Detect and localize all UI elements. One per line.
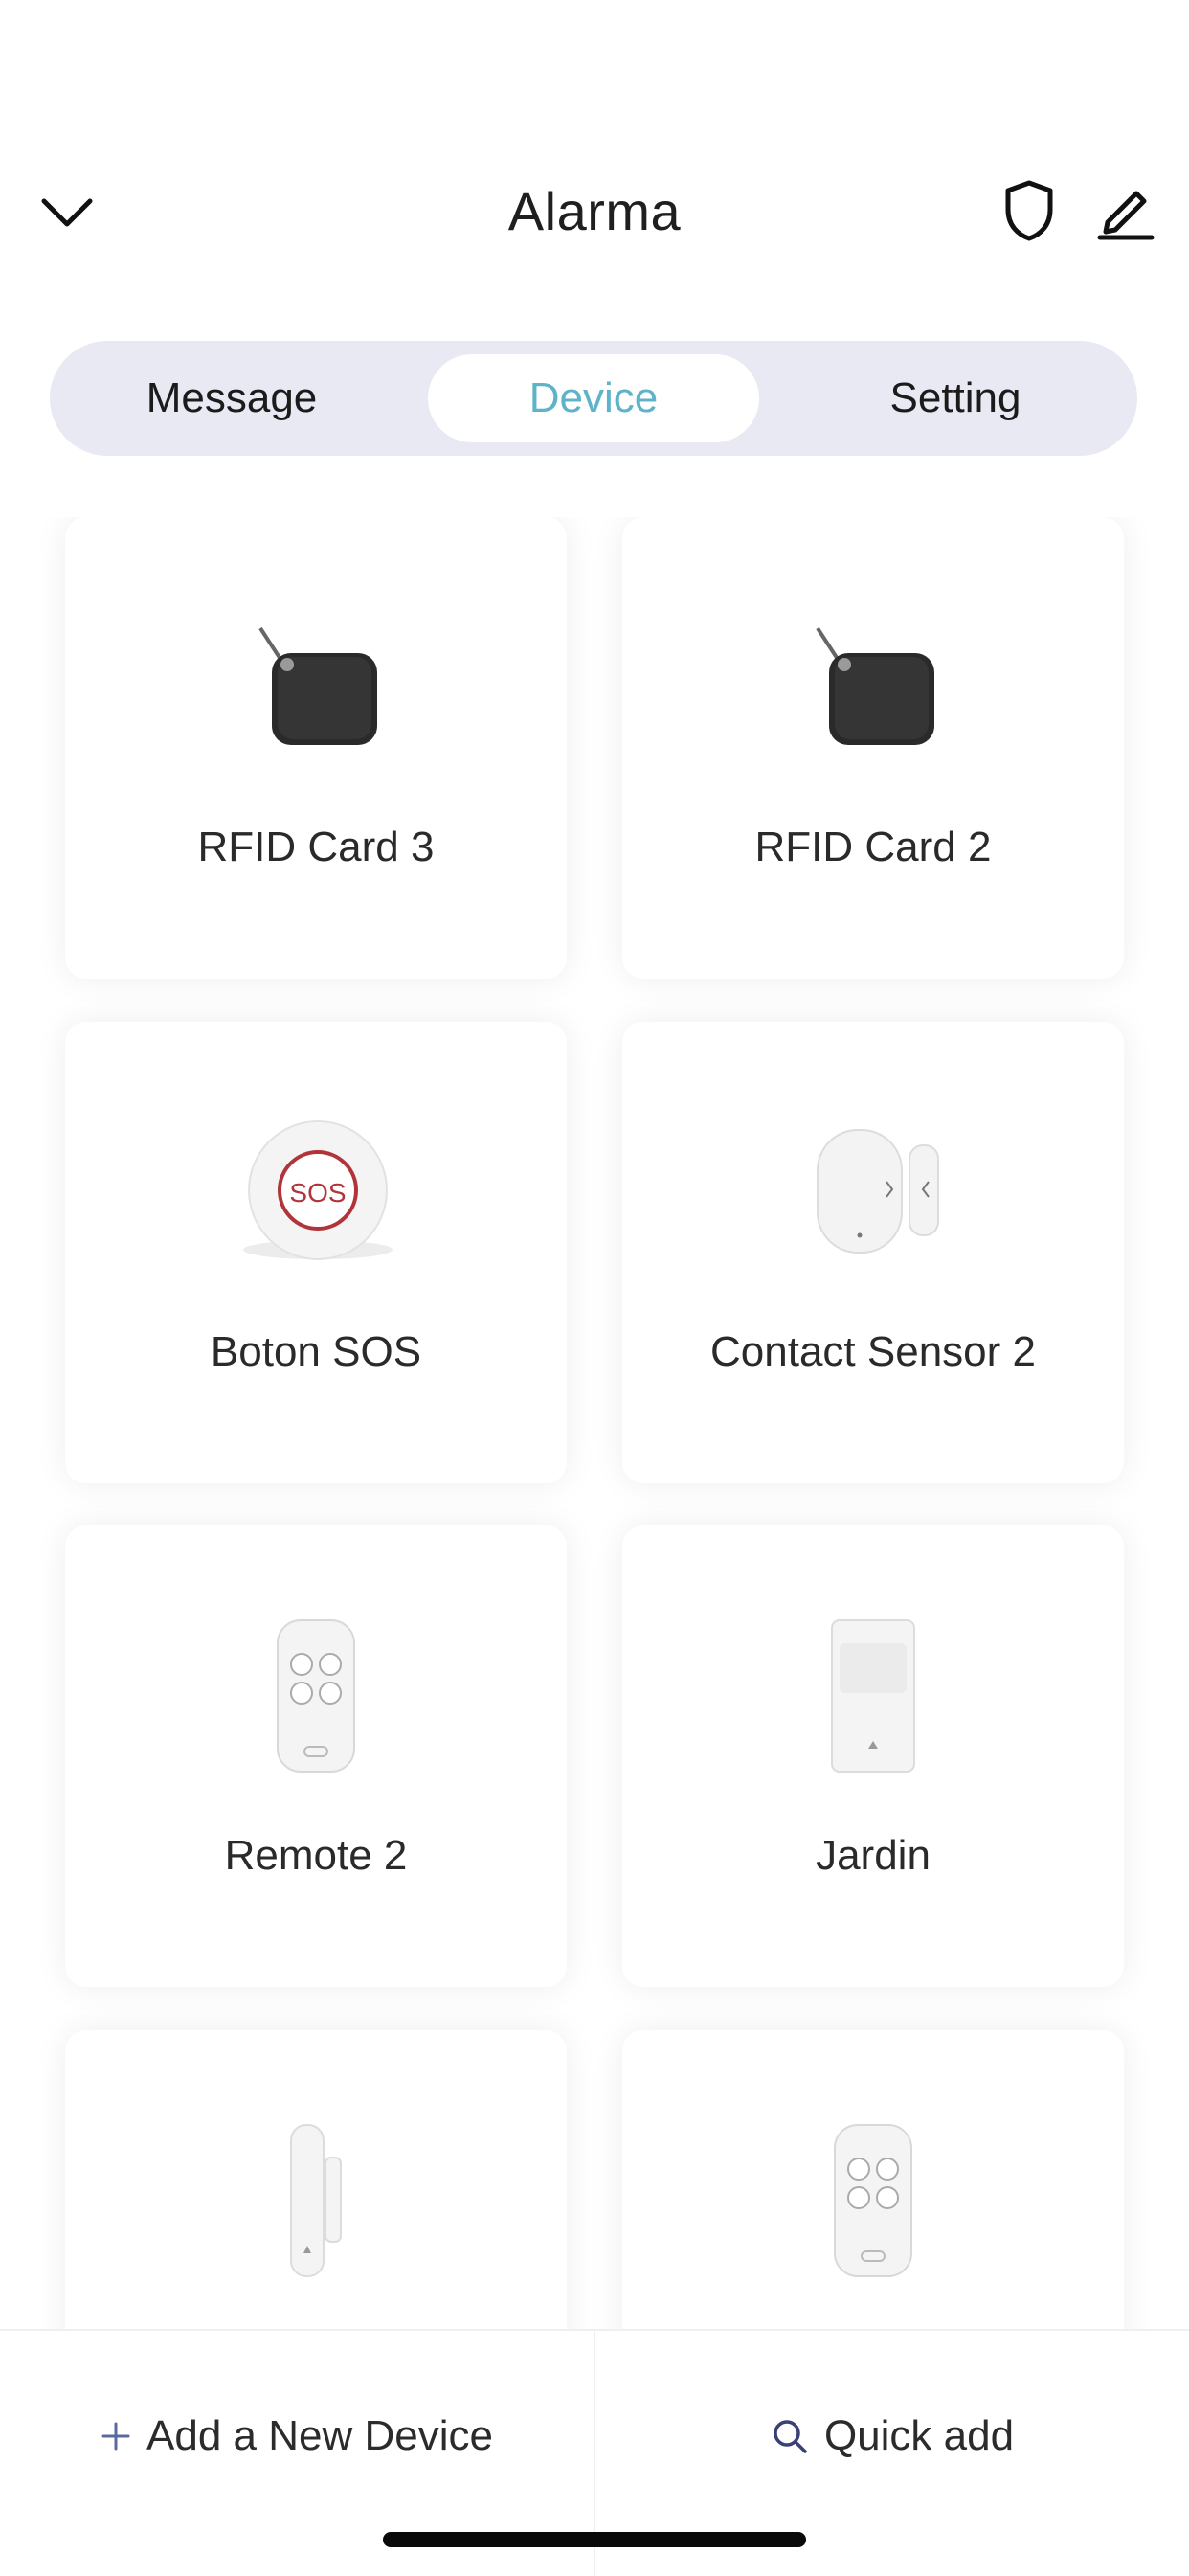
bottom-action-bar: Add a New Device Quick add: [0, 2329, 1189, 2576]
device-name: Jardin: [816, 1832, 931, 1879]
quick-add-button[interactable]: Quick add: [595, 2388, 1189, 2484]
device-image: [65, 1616, 567, 1774]
add-new-device-button[interactable]: Add a New Device: [0, 2388, 594, 2484]
plus-icon: [101, 2421, 131, 2452]
quick-add-label: Quick add: [823, 2412, 1015, 2459]
home-indicator[interactable]: [383, 2532, 806, 2547]
device-name: RFID Card 2: [754, 824, 992, 870]
device-image: [622, 1616, 1124, 1774]
shield-icon: [1005, 180, 1053, 241]
device-grid: RFID Card 3 RFID Card 2 SOS Boton SOS Co…: [0, 517, 1189, 2329]
device-card[interactable]: RFID Card 2: [622, 517, 1124, 979]
device-card[interactable]: [65, 2030, 567, 2329]
rfid-card-icon: [816, 626, 934, 745]
device-name: Remote 2: [224, 1832, 408, 1879]
remote-control-icon: [834, 2123, 912, 2277]
sos-badge-text: SOS: [289, 1178, 346, 1208]
door-sensor-icon: [290, 2123, 342, 2277]
device-name: Boton SOS: [210, 1328, 422, 1375]
add-new-device-label: Add a New Device: [146, 2412, 493, 2459]
rfid-card-icon: [258, 626, 377, 745]
device-card[interactable]: Remote 2: [65, 1525, 567, 1987]
motion-sensor-icon: [831, 1618, 915, 1773]
device-image: SOS: [65, 1113, 567, 1271]
tab-setting[interactable]: Setting: [774, 354, 1137, 442]
arm-status-button[interactable]: [991, 172, 1067, 249]
device-image: [622, 608, 1124, 766]
device-image: [65, 2121, 567, 2279]
device-card[interactable]: Jardin: [622, 1525, 1124, 1987]
sos-button-icon: SOS: [243, 1119, 393, 1260]
device-image: [65, 608, 567, 766]
header: Alarma: [0, 153, 1189, 268]
remote-control-icon: [277, 1618, 355, 1773]
device-card[interactable]: Contact Sensor 2: [622, 1022, 1124, 1483]
device-card[interactable]: SOS Boton SOS: [65, 1022, 567, 1483]
tab-message[interactable]: Message: [50, 354, 414, 442]
contact-sensor-icon: [817, 1128, 939, 1254]
device-image: [622, 1113, 1124, 1271]
device-name: Contact Sensor 2: [710, 1328, 1036, 1375]
device-image: [622, 2121, 1124, 2279]
device-card[interactable]: [622, 2030, 1124, 2329]
pencil-icon: [1097, 191, 1155, 240]
device-name: RFID Card 3: [197, 824, 435, 870]
search-icon: [771, 2417, 809, 2455]
edit-button[interactable]: [1087, 172, 1163, 249]
device-card[interactable]: RFID Card 3: [65, 517, 567, 979]
segmented-tabs: Message Device Setting: [50, 341, 1137, 456]
tab-device[interactable]: Device: [428, 354, 759, 442]
